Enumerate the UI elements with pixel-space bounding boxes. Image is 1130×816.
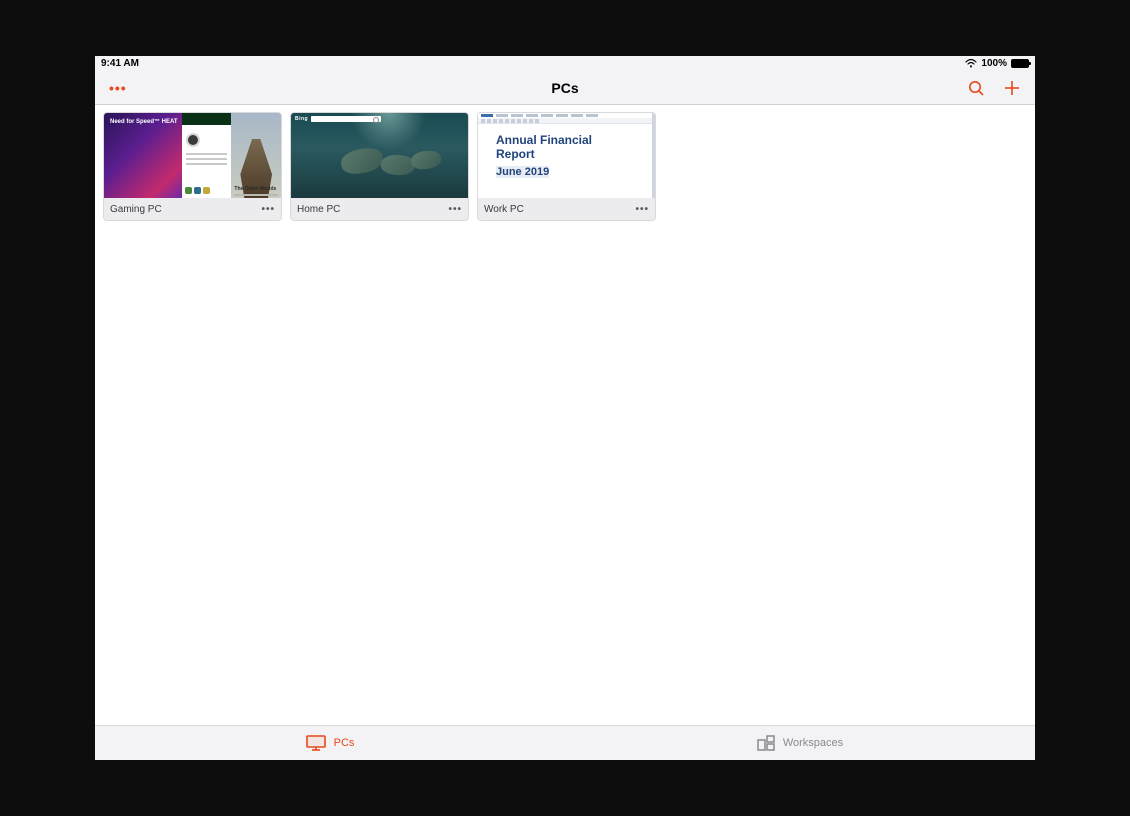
status-time: 9:41 AM	[101, 58, 139, 69]
add-button[interactable]	[1003, 79, 1021, 97]
pc-more-button[interactable]: •••	[635, 204, 649, 215]
pc-more-button[interactable]: •••	[448, 204, 462, 215]
tab-bar: PCs Workspaces	[95, 725, 1035, 760]
pc-card-gaming[interactable]: Need for Speed™ HEAT The Outer Worlds Ga…	[103, 112, 282, 221]
status-battery-pct: 100%	[981, 58, 1007, 69]
nav-bar: ••• PCs	[95, 71, 1035, 105]
pc-grid: Need for Speed™ HEAT The Outer Worlds Ga…	[95, 105, 1035, 725]
app-window: 9:41 AM 100% ••• PCs Need for Sp	[95, 56, 1035, 760]
thumb-side-title: The Outer Worlds	[234, 186, 276, 192]
pc-thumbnail: Annual Financial Report June 2019	[478, 113, 655, 198]
thumb-hero-title: Need for Speed™ HEAT	[110, 119, 178, 125]
pc-thumbnail: Bing	[291, 113, 468, 198]
pc-name-label: Gaming PC	[110, 204, 162, 215]
tab-label: PCs	[334, 737, 355, 749]
tab-workspaces[interactable]: Workspaces	[565, 726, 1035, 760]
pc-card-work[interactable]: Annual Financial Report June 2019 Work P…	[477, 112, 656, 221]
pc-card-home[interactable]: Bing Home PC •••	[290, 112, 469, 221]
thumb-search-bar	[311, 116, 381, 122]
status-bar: 9:41 AM 100%	[95, 56, 1035, 71]
page-title: PCs	[95, 80, 1035, 96]
workspaces-icon	[757, 735, 775, 751]
pc-thumbnail: Need for Speed™ HEAT The Outer Worlds	[104, 113, 281, 198]
battery-icon	[1011, 59, 1029, 68]
pc-name-label: Work PC	[484, 204, 524, 215]
pc-name-label: Home PC	[297, 204, 340, 215]
doc-title-line2: Report	[496, 147, 638, 161]
tab-label: Workspaces	[783, 737, 843, 749]
more-menu-button[interactable]: •••	[109, 80, 127, 96]
doc-title-line1: Annual Financial	[496, 133, 638, 147]
search-button[interactable]	[967, 79, 985, 97]
pc-more-button[interactable]: •••	[261, 204, 275, 215]
thumb-logo: Bing	[295, 116, 308, 122]
tab-pcs[interactable]: PCs	[95, 726, 565, 760]
doc-subtitle: June 2019	[496, 166, 549, 178]
wifi-icon	[965, 59, 977, 68]
status-right: 100%	[965, 58, 1029, 69]
monitor-icon	[306, 735, 326, 751]
